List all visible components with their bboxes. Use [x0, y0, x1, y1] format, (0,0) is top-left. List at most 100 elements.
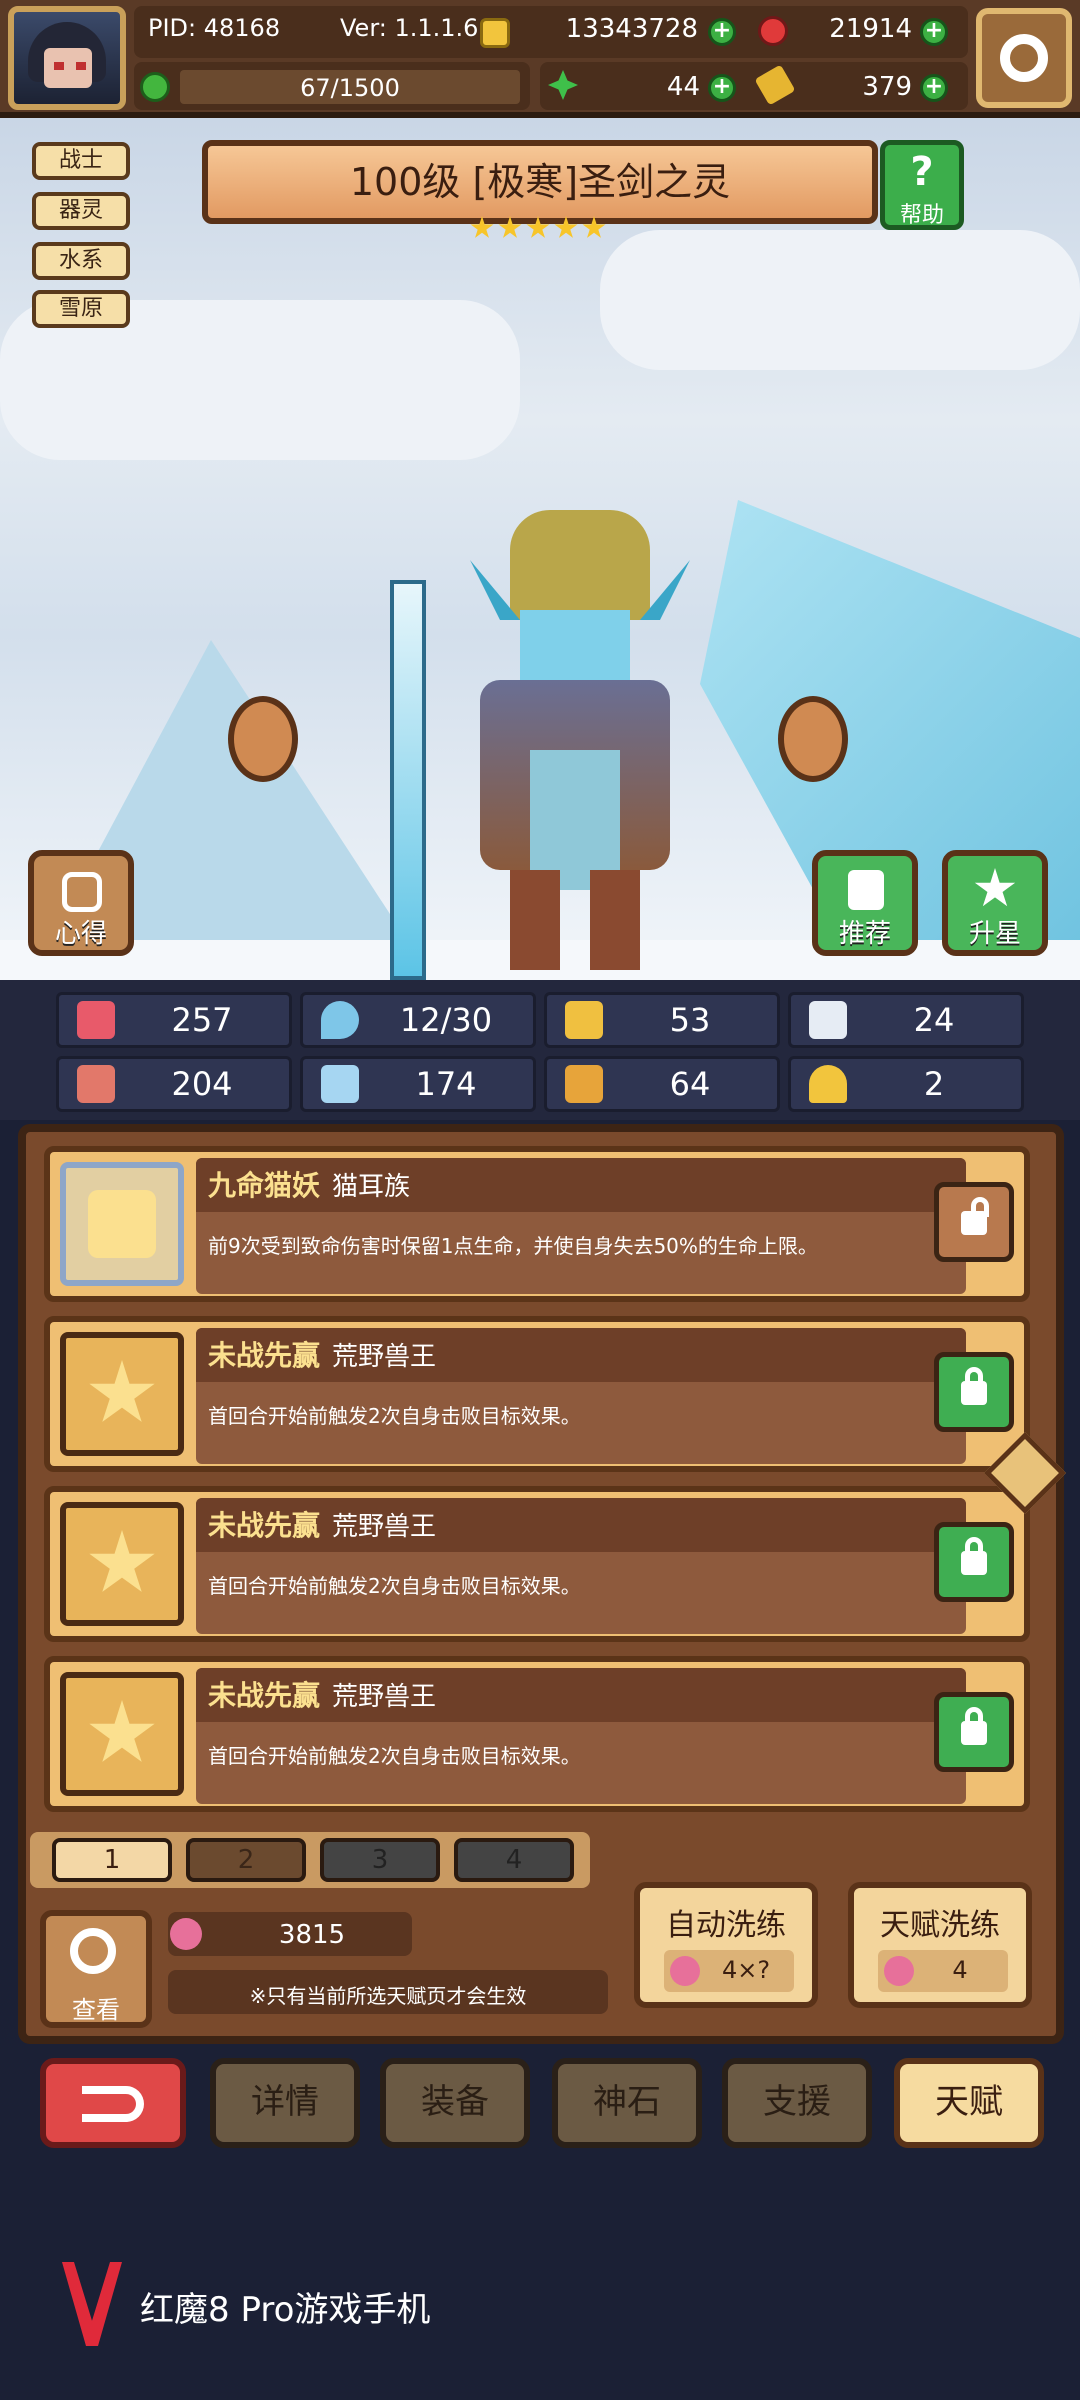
hero-boot [590, 870, 640, 970]
stat-defense: 53 [544, 992, 780, 1048]
star-icon [526, 216, 550, 238]
thumbs-up-icon [848, 870, 884, 910]
hero-tag: 战士 [32, 142, 130, 180]
talent-description: 首回合开始前触发2次自身击败目标效果。 [208, 1404, 581, 1428]
stat-luck: 2 [788, 1056, 1024, 1112]
page-tab-4[interactable]: 4 [454, 1838, 574, 1882]
notes-button[interactable]: 心得 [28, 850, 134, 956]
page-tab-3[interactable]: 3 [320, 1838, 440, 1882]
next-hero-button[interactable] [778, 696, 848, 782]
hero-helmet [510, 510, 650, 620]
gold-amount: 13343728 [565, 14, 698, 44]
talent-body: 九命猫妖 猫耳族 前9次受到致命伤害时保留1点生命，并使自身失去50%的生命上限。 [196, 1158, 966, 1294]
peach-icon [170, 1918, 202, 1950]
star-icon [89, 1360, 155, 1422]
fist-icon [77, 1065, 115, 1103]
view-button[interactable]: 查看 [40, 1910, 152, 2028]
hero-sprite [390, 500, 730, 980]
talent-row[interactable]: 未战先赢 荒野兽王 首回合开始前触发2次自身击败目标效果。 [44, 1656, 1030, 1812]
view-label: 查看 [72, 1996, 120, 2024]
peach-icon [884, 1956, 914, 1986]
magnifier-icon [70, 1928, 116, 1974]
unlocked-icon [961, 1211, 987, 1235]
nav-talent[interactable]: 天赋 [894, 2058, 1044, 2148]
hero-tag: 水系 [32, 242, 130, 280]
page-tab-2[interactable]: 2 [186, 1838, 306, 1882]
back-arrow-icon [82, 2086, 144, 2122]
talent-icon-slot [60, 1502, 184, 1626]
unlock-toggle-button[interactable] [934, 1182, 1014, 1262]
add-clover-button[interactable]: + [708, 74, 736, 102]
stat-magic: 174 [300, 1056, 536, 1112]
question-icon: ? [910, 149, 934, 195]
add-gold-button[interactable]: + [708, 18, 736, 46]
nav-support[interactable]: 支援 [722, 2058, 872, 2148]
hero-tag: 雪原 [32, 290, 130, 328]
talent-name-text: 未战先赢 [208, 1339, 321, 1372]
gear-icon [1000, 34, 1048, 82]
heart-icon [77, 1001, 115, 1039]
talent-body: 未战先赢 荒野兽王 首回合开始前触发2次自身击败目标效果。 [196, 1668, 966, 1804]
page-note: ※只有当前所选天赋页才会生效 [249, 1984, 527, 2008]
talent-icon-slot [60, 1162, 184, 1286]
gold-coin-icon [480, 18, 510, 48]
talent-refine-cost: 4 [952, 1956, 968, 1984]
stat-value: 257 [171, 1001, 233, 1039]
energy-value: 67/1500 [300, 74, 400, 102]
lock-toggle-button[interactable] [934, 1522, 1014, 1602]
settings-button[interactable] [976, 8, 1072, 108]
add-gem-button[interactable]: + [920, 18, 948, 46]
game-version: Ver: 1.1.1.6 [340, 14, 479, 42]
stat-agility: 64 [544, 1056, 780, 1112]
talent-row[interactable]: 九命猫妖 猫耳族 前9次受到致命伤害时保留1点生命，并使自身失去50%的生命上限。 [44, 1146, 1030, 1302]
stat-value: 174 [415, 1065, 477, 1103]
talent-name: 未战先赢 荒野兽王 [208, 1334, 436, 1374]
nav-godstone[interactable]: 神石 [552, 2058, 702, 2148]
stat-value: 2 [923, 1065, 945, 1103]
gem-amount: 21914 [829, 14, 912, 44]
talent-race: 荒野兽王 [332, 1682, 437, 1712]
talent-name-text: 未战先赢 [208, 1679, 321, 1712]
nav-details[interactable]: 详情 [210, 2058, 360, 2148]
player-avatar[interactable] [8, 6, 126, 110]
talent-row[interactable]: 未战先赢 荒野兽王 首回合开始前触发2次自身击败目标效果。 [44, 1486, 1030, 1642]
star-icon [498, 216, 522, 238]
notes-icon [62, 872, 102, 912]
talent-icon-slot [60, 1332, 184, 1456]
recommend-button[interactable]: 推荐 [812, 850, 918, 956]
talent-body: 未战先赢 荒野兽王 首回合开始前触发2次自身击败目标效果。 [196, 1328, 966, 1464]
lock-icon [961, 1721, 987, 1745]
hero-star-rating [470, 216, 610, 248]
star-up-button[interactable]: 升星 [942, 850, 1048, 956]
stat-value: 53 [669, 1001, 711, 1039]
stat-value: 204 [171, 1065, 233, 1103]
cat-icon [88, 1190, 156, 1258]
stat-value: 24 [913, 1001, 955, 1039]
talent-race: 猫耳族 [332, 1172, 411, 1202]
previous-hero-button[interactable] [228, 696, 298, 782]
lock-toggle-button[interactable] [934, 1352, 1014, 1432]
talent-body: 未战先赢 荒野兽王 首回合开始前触发2次自身击败目标效果。 [196, 1498, 966, 1634]
stat-speed: 24 [788, 992, 1024, 1048]
help-label: 帮助 [899, 203, 944, 228]
ruby-gem-icon [758, 16, 788, 46]
talent-name: 未战先赢 荒野兽王 [208, 1504, 436, 1544]
talent-name: 九命猫妖 猫耳族 [208, 1164, 410, 1204]
auto-refine-button[interactable]: 自动洗练 4×? [634, 1882, 818, 2008]
talent-refine-button[interactable]: 天赋洗练 4 [848, 1882, 1032, 2008]
player-id: PID: 48168 [148, 14, 281, 42]
lock-toggle-button[interactable] [934, 1692, 1014, 1772]
peach-count: 3815 [278, 1920, 346, 1950]
talent-refine-label: 天赋洗练 [880, 1908, 1000, 1943]
talent-description: 首回合开始前触发2次自身击败目标效果。 [208, 1574, 581, 1598]
nav-equipment[interactable]: 装备 [380, 2058, 530, 2148]
help-button[interactable]: ? 帮助 [880, 140, 964, 230]
hero-sword [390, 580, 426, 980]
boot-icon [565, 1065, 603, 1103]
talent-row[interactable]: 未战先赢 荒野兽王 首回合开始前触发2次自身击败目标效果。 [44, 1316, 1030, 1472]
back-button[interactable] [40, 2058, 186, 2148]
hero-tag: 器灵 [32, 192, 130, 230]
add-key-button[interactable]: + [920, 74, 948, 102]
star-up-icon [974, 868, 1016, 907]
page-tab-1[interactable]: 1 [52, 1838, 172, 1882]
